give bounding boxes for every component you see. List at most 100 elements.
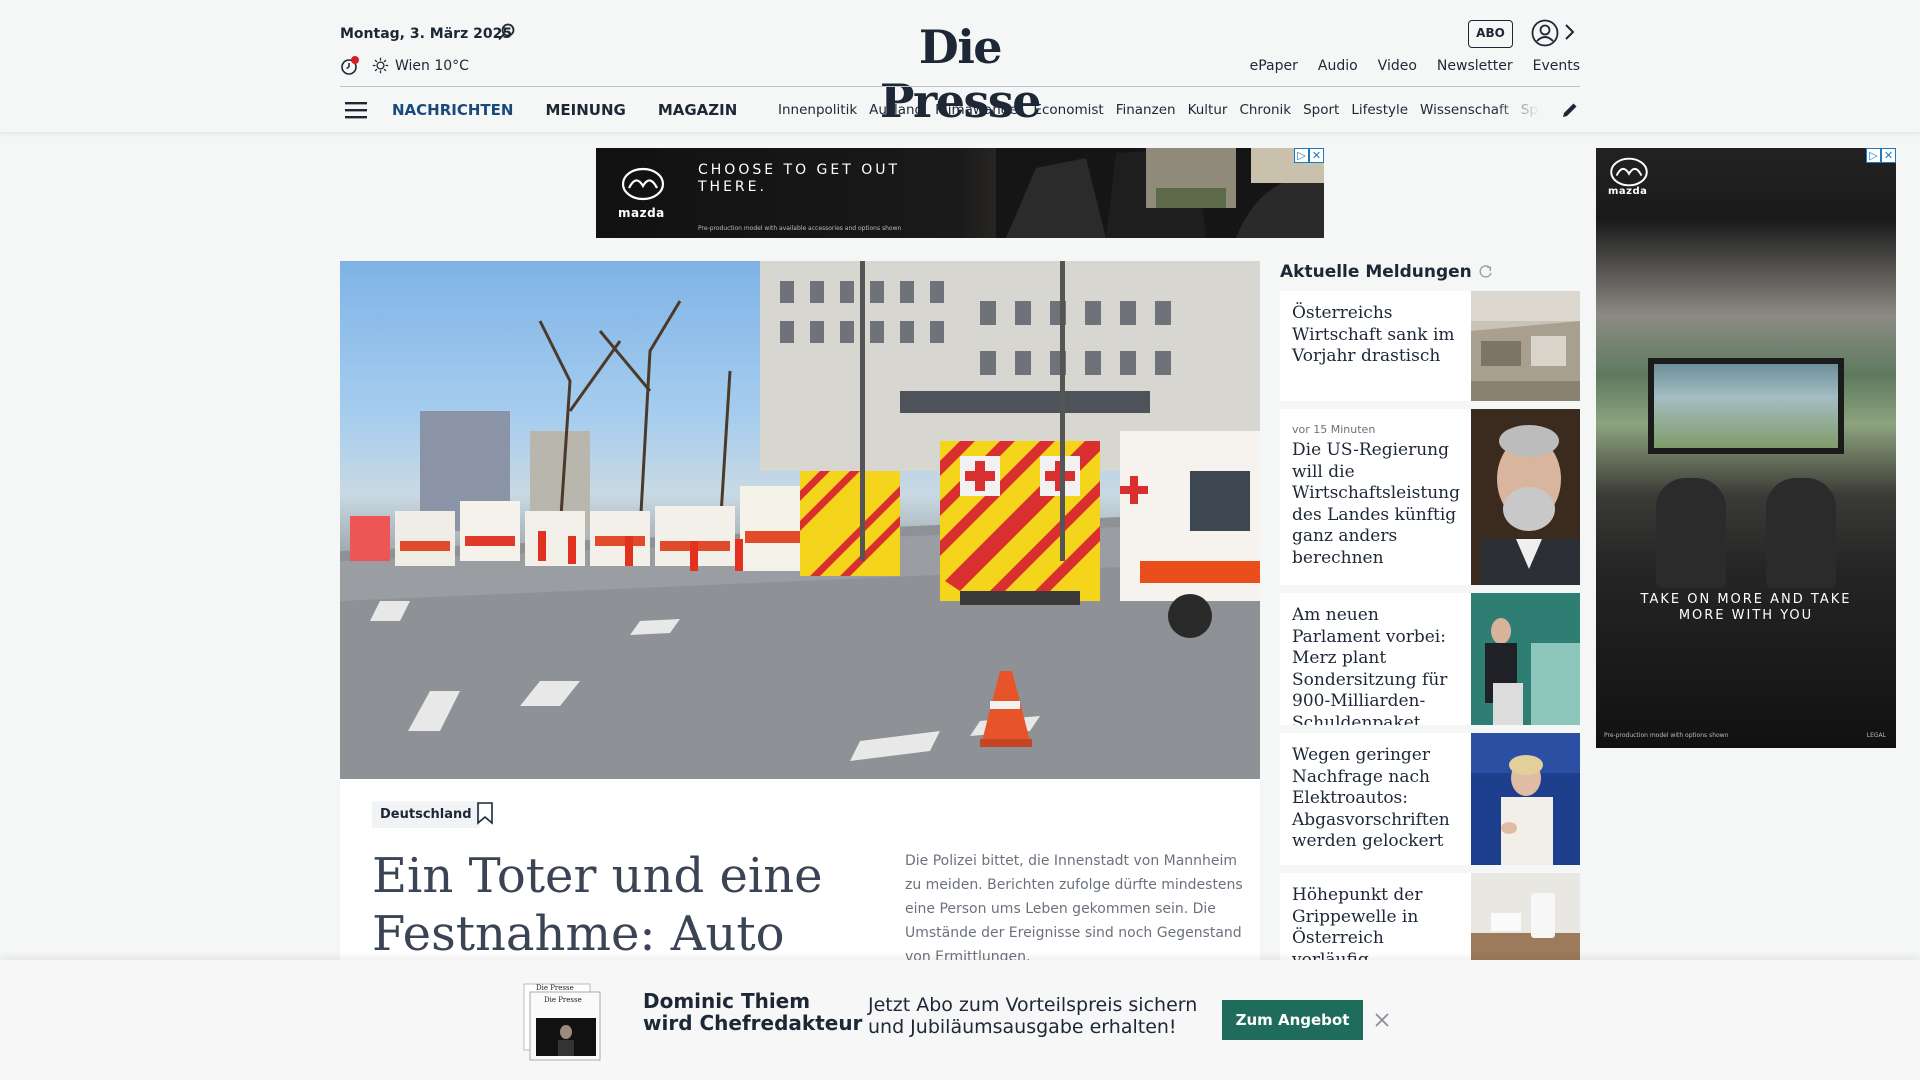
news-item[interactable]: Österreichs Wirtschaft sank im Vorjahr d… [1280, 291, 1580, 401]
ad-side-headline: TAKE ON MORE AND TAKE MORE WITH YOU [1596, 592, 1896, 624]
bookmark-icon[interactable] [476, 801, 494, 825]
section-economist[interactable]: Economist [1033, 102, 1103, 118]
section-ausland[interactable]: Ausland [869, 102, 923, 118]
ad-seat-right [1766, 478, 1836, 588]
abo-button[interactable]: ABO [1468, 20, 1513, 48]
chevron-right-icon[interactable] [1562, 22, 1576, 42]
ad-sunroof-image [1648, 358, 1844, 454]
ad-info-icon[interactable]: ▷ [1294, 148, 1309, 163]
section-wissenschaft[interactable]: Wissenschaft [1420, 102, 1509, 118]
ad-skyscraper[interactable]: mazda TAKE ON MORE AND TAKE MORE WITH YO… [1596, 148, 1896, 748]
news-item-title: Österreichs Wirtschaft sank im Vorjahr d… [1292, 303, 1455, 366]
news-thumb-politician [1471, 593, 1580, 725]
ad-info-icon[interactable]: ▷ [1866, 148, 1881, 163]
promo-title: Dominic Thiem wird Chefredakteur [643, 990, 862, 1034]
news-ticker-title: Aktuelle Meldungen [1280, 262, 1472, 282]
site-header: Montag, 3. März 2025 Wien 10°C Die Press… [0, 0, 1920, 132]
section-klimawandel[interactable]: Klimawandel [935, 102, 1021, 118]
hamburger-menu-icon[interactable] [344, 100, 368, 120]
news-item-time: vor 15 Minuten [1292, 423, 1376, 436]
ad-brand: mazda [1608, 186, 1648, 197]
svg-text:Die Presse: Die Presse [544, 996, 582, 1004]
lead-teaser: Die Polizei bittet, die Innenstadt von M… [905, 853, 1243, 965]
mazda-logo-icon [1610, 157, 1648, 187]
news-item[interactable]: Wegen geringer Nachfrage nach Elektroaut… [1280, 733, 1580, 865]
ad-disclaimer: Pre-production model with available acce… [698, 225, 902, 232]
refresh-icon[interactable] [1478, 264, 1494, 280]
link-events[interactable]: Events [1533, 58, 1580, 74]
section-chronik[interactable]: Chronik [1239, 102, 1291, 118]
main-nav: NACHRICHTEN MEINUNG MAGAZIN [392, 101, 737, 119]
ambulance-scene-image [340, 261, 1260, 779]
section-nav: Innenpolitik Ausland Klimawandel Economist F… [778, 102, 1540, 118]
section-innenpolitik[interactable]: Innenpolitik [778, 102, 857, 118]
close-icon[interactable] [1372, 1010, 1392, 1030]
ad-car-interior-image [996, 148, 1324, 238]
news-item-text: Höhepunkt der Grippewelle in Österreich … [1292, 885, 1464, 960]
story-tag[interactable]: Deutschland [372, 801, 480, 828]
ad-headline: CHOOSE TO GET OUT THERE. [698, 162, 900, 196]
news-thumb-illness [1471, 873, 1580, 960]
sun-icon [372, 57, 389, 74]
promo-text: Jetzt Abo zum Vorteilspreis sichern und … [868, 994, 1197, 1038]
ad-choices[interactable]: ▷ ✕ [1294, 148, 1324, 163]
section-finanzen[interactable]: Finanzen [1116, 102, 1176, 118]
ad-headline-line-2: THERE. [698, 179, 767, 195]
promo-text-line-2: und Jubiläumsausgabe erhalten! [868, 1016, 1177, 1038]
section-lifestyle[interactable]: Lifestyle [1351, 102, 1408, 118]
promo-offer-button[interactable]: Zum Angebot [1222, 1000, 1363, 1040]
lead-story-image[interactable] [340, 261, 1260, 779]
section-sport[interactable]: Sport [1303, 102, 1339, 118]
svg-text:Die Presse: Die Presse [536, 984, 574, 992]
news-thumb-eu-president [1471, 733, 1580, 865]
news-thumb-construction [1471, 291, 1580, 401]
weather-widget[interactable]: Wien 10°C [372, 57, 469, 74]
news-thumb-portrait [1471, 409, 1580, 585]
news-item-text: Österreichs Wirtschaft sank im Vorjahr d… [1292, 303, 1464, 368]
nav-nachrichten[interactable]: NACHRICHTEN [392, 101, 513, 119]
pencil-icon[interactable] [1560, 100, 1580, 120]
news-item-text: Am neuen Parlament vorbei: Merz plant So… [1292, 605, 1464, 725]
ad-seat-left [1656, 478, 1726, 588]
ad-side-legal: LEGAL [1866, 732, 1886, 739]
news-item-title: Höhepunkt der Grippewelle in Österreich … [1292, 885, 1423, 960]
news-item[interactable]: Am neuen Parlament vorbei: Merz plant So… [1280, 593, 1580, 725]
current-date: Montag, 3. März 2025 [340, 26, 513, 42]
promo-title-line-1: Dominic Thiem [643, 989, 811, 1013]
mazda-logo-icon [621, 167, 665, 201]
ad-side-headline-line-2: MORE WITH YOU [1678, 608, 1814, 623]
search-icon[interactable] [497, 22, 517, 42]
nav-divider [340, 86, 1580, 87]
ad-choices[interactable]: ▷ ✕ [1866, 148, 1896, 163]
link-epaper[interactable]: ePaper [1250, 58, 1298, 74]
ad-side-headline-line-1: TAKE ON MORE AND TAKE [1640, 592, 1852, 607]
top-links: ePaper Audio Video Newsletter Events [1250, 58, 1580, 74]
subscription-banner: Die Presse Die Presse Dominic Thiem wird… [0, 960, 1920, 1080]
weather-label: Wien 10°C [395, 57, 469, 74]
ad-banner-top[interactable]: mazda CHOOSE TO GET OUT THERE. Pre-produ… [596, 148, 1324, 238]
link-newsletter[interactable]: Newsletter [1437, 58, 1513, 74]
nav-meinung[interactable]: MEINUNG [545, 101, 625, 119]
newspaper-image: Die Presse Die Presse [523, 983, 601, 1061]
link-audio[interactable]: Audio [1318, 58, 1358, 74]
news-item[interactable]: Höhepunkt der Grippewelle in Österreich … [1280, 873, 1580, 960]
news-item-text: Wegen geringer Nachfrage nach Elektroaut… [1292, 745, 1464, 853]
user-icon[interactable] [1530, 18, 1560, 48]
news-item[interactable]: vor 15 Minuten Die US-Regierung will die… [1280, 409, 1580, 585]
news-item-text: vor 15 Minuten Die US-Regierung will die… [1292, 423, 1464, 569]
promo-title-line-2: wird Chefredakteur [643, 1011, 863, 1035]
promo-text-line-1: Jetzt Abo zum Vorteilspreis sichern [868, 994, 1198, 1016]
clock-icon[interactable] [340, 56, 360, 76]
news-ticker-heading: Aktuelle Meldungen [1280, 262, 1494, 282]
ad-side-disclaimer: Pre-production model with options shown [1604, 732, 1729, 739]
link-video[interactable]: Video [1378, 58, 1417, 74]
ad-close-icon[interactable]: ✕ [1881, 148, 1896, 163]
section-kultur[interactable]: Kultur [1188, 102, 1228, 118]
section-spectrum[interactable]: Spectrum [1521, 102, 1540, 118]
news-item-title: Die US-Regierung will die Wirtschaftslei… [1292, 440, 1461, 568]
nav-magazin[interactable]: MAGAZIN [658, 101, 737, 119]
ad-headline-line-1: CHOOSE TO GET OUT [698, 162, 901, 178]
ad-close-icon[interactable]: ✕ [1309, 148, 1324, 163]
news-item-title: Wegen geringer Nachfrage nach Elektroaut… [1292, 745, 1450, 851]
news-item-title: Am neuen Parlament vorbei: Merz plant So… [1292, 605, 1448, 725]
